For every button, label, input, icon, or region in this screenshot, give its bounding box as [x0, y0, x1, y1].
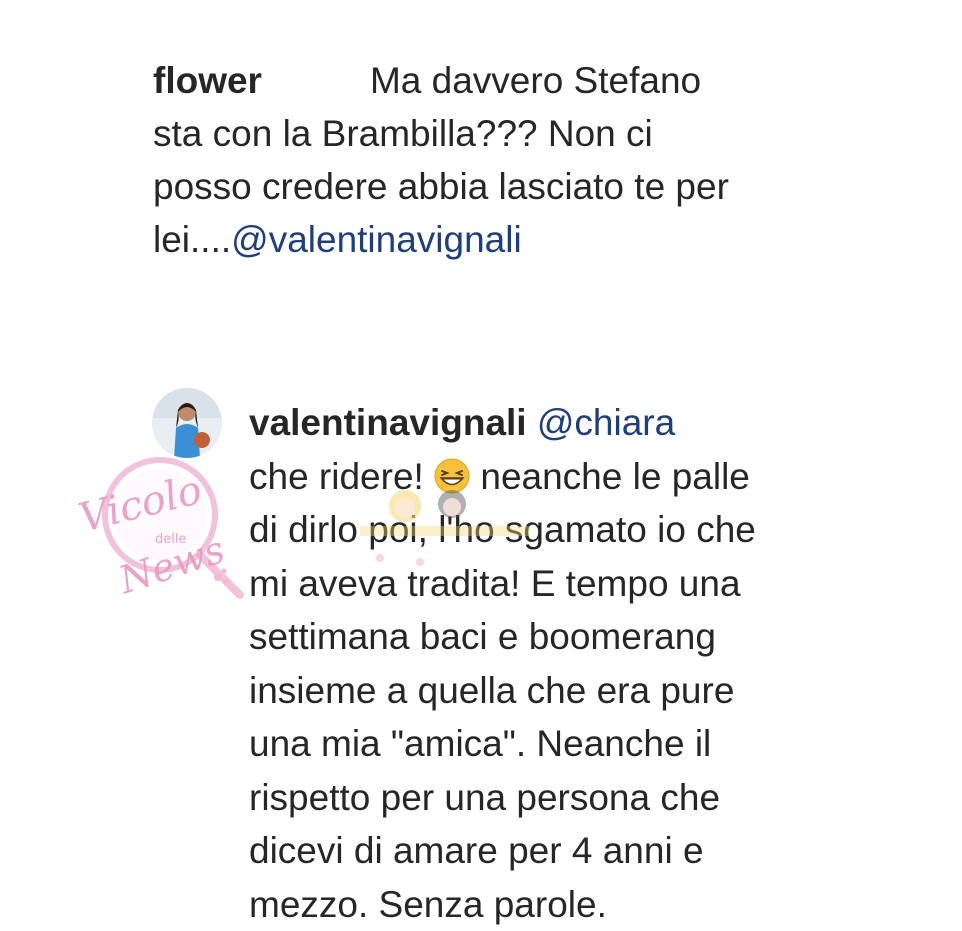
- reply-line: neanche le palle: [480, 456, 750, 497]
- svg-text:Vicolo: Vicolo: [75, 467, 207, 542]
- grinning-squinting-face-icon: [434, 455, 470, 491]
- comment-username[interactable]: flower: [153, 60, 262, 101]
- comment-text-line2: sta con la Brambilla??? Non ci: [153, 113, 653, 154]
- comment-text-line4: lei....: [153, 219, 231, 260]
- svg-text:News: News: [113, 527, 230, 602]
- reply-username[interactable]: valentinavignali: [249, 402, 527, 443]
- comment-mention-link[interactable]: @valentinavignali: [231, 219, 522, 260]
- svg-text:delle: delle: [155, 532, 186, 547]
- reply-mention-link[interactable]: @chiara: [537, 402, 675, 443]
- reply-line: una mia "amica". Neanche il: [249, 717, 869, 771]
- comment-text-line1: Ma davvero Stefano: [370, 60, 701, 101]
- comment-flower: flower Ma davvero Stefano sta con la Bram…: [153, 54, 853, 266]
- reply-line: che ridere!: [249, 456, 424, 497]
- reply-line: mezzo. Senza parole.: [249, 878, 869, 931]
- comment-text-line3: posso credere abbia lasciato te per: [153, 166, 729, 207]
- reply-line: insieme a quella che era pure: [249, 664, 869, 718]
- reply-line: dicevi di amare per 4 anni e: [249, 824, 869, 878]
- reply-line: rispetto per una persona che: [249, 771, 869, 825]
- reply-line: di dirlo poi, l'ho sgamato io che: [249, 503, 869, 557]
- reply-line: mi aveva tradita! E tempo una: [249, 557, 869, 611]
- reply-body: valentinavignali @chiara che ridere! nea…: [249, 396, 869, 931]
- reply-line: settimana baci e boomerang: [249, 610, 869, 664]
- avatar[interactable]: [152, 388, 222, 458]
